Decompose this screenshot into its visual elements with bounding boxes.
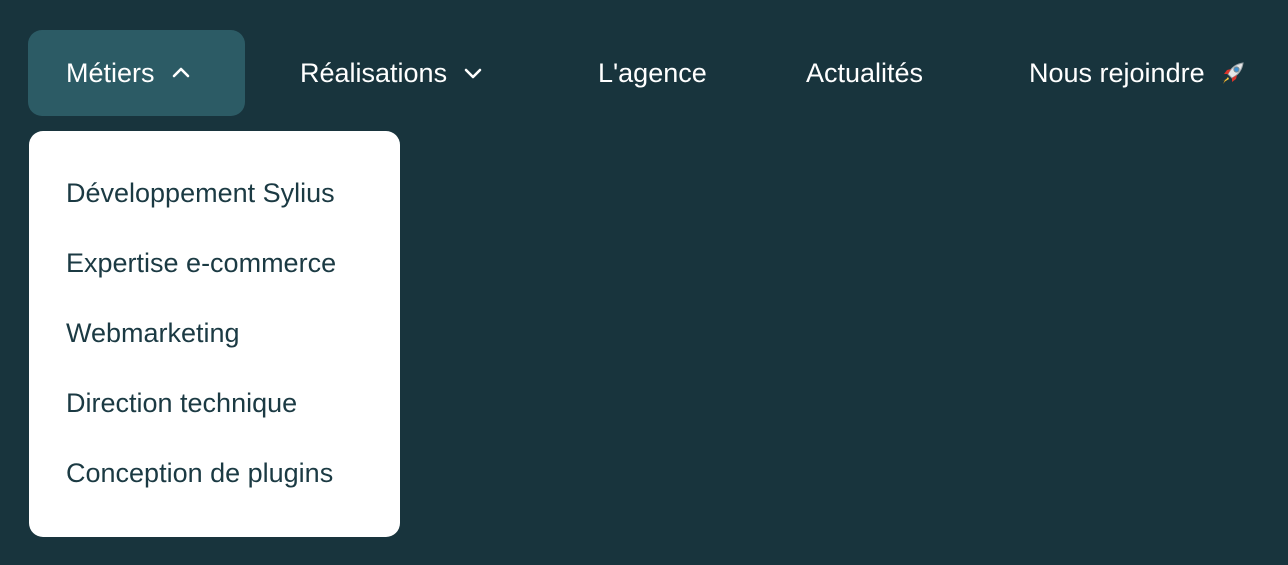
- dropdown-item-expertise-ecommerce[interactable]: Expertise e-commerce: [29, 241, 400, 311]
- dropdown-item-webmarketing[interactable]: Webmarketing: [29, 311, 400, 381]
- rocket-icon: [1217, 57, 1249, 89]
- nav-item-metiers[interactable]: Métiers: [28, 30, 245, 116]
- nav-item-agence[interactable]: L'agence: [598, 30, 707, 116]
- nav-item-metiers-label: Métiers: [66, 57, 155, 88]
- nav-item-nous-rejoindre-label: Nous rejoindre: [1029, 57, 1205, 88]
- nav-item-nous-rejoindre[interactable]: Nous rejoindre: [1029, 30, 1249, 116]
- dropdown-item-direction-technique[interactable]: Direction technique: [29, 381, 400, 451]
- nav-item-realisations-label: Réalisations: [300, 57, 448, 88]
- nav-item-actualites[interactable]: Actualités: [806, 30, 923, 116]
- chevron-up-icon: [169, 61, 193, 85]
- nav-item-realisations[interactable]: Réalisations: [300, 30, 485, 116]
- dropdown-item-developpement-sylius[interactable]: Développement Sylius: [29, 171, 400, 241]
- nav-item-agence-label: L'agence: [598, 57, 707, 88]
- chevron-down-icon: [461, 61, 485, 85]
- dropdown-item-conception-plugins[interactable]: Conception de plugins: [29, 451, 400, 521]
- main-navigation: Métiers Réalisations L'agence Actualités…: [0, 0, 1288, 565]
- nav-item-actualites-label: Actualités: [806, 57, 924, 88]
- metiers-dropdown-menu: Développement Sylius Expertise e-commerc…: [29, 131, 400, 537]
